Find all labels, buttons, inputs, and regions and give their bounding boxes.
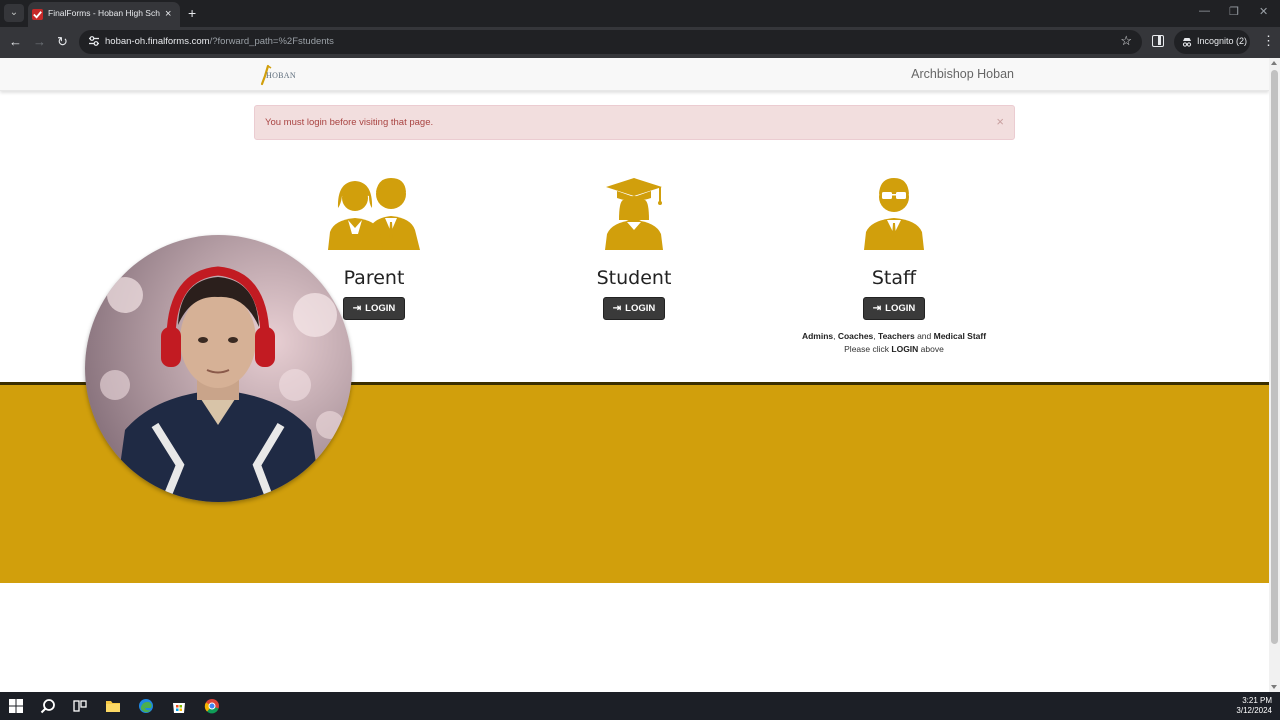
microsoft-store-icon[interactable] [171,698,187,714]
webcam-person-image [100,266,344,502]
webcam-overlay [85,235,352,502]
student-section: Student ⇥ LOGIN [534,176,734,320]
login-icon: ⇥ [872,303,882,314]
staff-note-and: and [914,331,934,341]
student-login-button[interactable]: ⇥ LOGIN [602,297,666,320]
scrollbar-thumb[interactable] [1271,70,1278,644]
staff-title: Staff [871,267,917,289]
staff-note-admins: Admins [801,331,834,341]
site-header: HOBAN Archbishop Hoban [0,58,1269,91]
tab-title: FinalForms - Hoban High School [48,8,160,18]
staff-note-line1: Admins, Coaches, Teachers and Medical St… [794,330,994,343]
staff-note-please: Please click [844,344,892,354]
login-label: LOGIN [625,303,656,314]
organization-name: Archbishop Hoban [911,67,1014,81]
login-icon: ⇥ [612,303,622,314]
staff-note-teachers: Teachers [878,331,915,341]
staff-login-button[interactable]: ⇥ LOGIN [862,297,926,320]
new-tab-button[interactable]: + [188,4,196,22]
tab-close-icon[interactable]: × [165,7,171,21]
url-text: hoban-oh.finalforms.com/?forward_path=%2… [105,36,334,47]
parent-icon [328,178,420,250]
alert-close-icon[interactable]: × [996,115,1004,129]
site-info-icon[interactable] [88,35,100,47]
close-window-icon[interactable]: ✕ [1259,5,1268,18]
search-icon[interactable] [40,698,56,714]
url-host: hoban-oh.finalforms.com [105,36,210,47]
staff-icon [864,178,924,250]
clock-date: 3/12/2024 [1236,706,1272,715]
windows-start-icon[interactable] [8,698,24,714]
system-clock[interactable]: 3:21 PM 3/12/2024 [1236,696,1272,716]
student-title: Student [596,267,672,289]
parent-login-button[interactable]: ⇥ LOGIN [342,297,406,320]
alert-message: You must login before visiting that page… [265,117,434,128]
login-icon: ⇥ [352,303,362,314]
browser-tab-bar: ⌄ FinalForms - Hoban High School × + — ❐… [0,0,1280,27]
minimize-window-icon[interactable]: — [1199,5,1210,17]
login-label: LOGIN [885,303,916,314]
page-viewport: HOBAN Archbishop Hoban You must login be… [0,58,1269,692]
incognito-label: Incognito (2) [1197,36,1248,46]
clock-time: 3:21 PM [1242,696,1272,705]
page-scrollbar[interactable] [1269,58,1280,692]
staff-note-medical: Medical Staff [933,331,987,341]
back-icon[interactable]: ← [9,34,22,50]
login-required-alert: You must login before visiting that page… [254,105,1015,140]
tab-search-button[interactable]: ⌄ [4,4,24,22]
staff-note-above: above [918,344,944,354]
incognito-icon [1182,38,1192,47]
bookmark-star-icon[interactable]: ☆ [1120,33,1132,49]
windows-taskbar: 3:21 PM 3/12/2024 [0,692,1280,720]
scroll-down-icon[interactable] [1271,685,1277,689]
login-label: LOGIN [365,303,396,314]
restore-window-icon[interactable]: ❐ [1229,5,1239,18]
browser-toolbar: ← → ↻ hoban-oh.finalforms.com/?forward_p… [0,27,1280,58]
browser-tab-active[interactable]: FinalForms - Hoban High School × [28,2,180,27]
scroll-up-icon[interactable] [1271,61,1277,65]
file-explorer-icon[interactable] [105,698,121,714]
forward-icon[interactable]: → [33,34,46,50]
url-path: /?forward_path=%2Fstudents [209,36,334,47]
task-view-icon[interactable] [72,698,88,714]
chrome-icon[interactable] [204,698,220,714]
incognito-badge[interactable]: Incognito (2) [1174,30,1250,54]
finalforms-favicon-icon [32,9,43,20]
student-graduate-icon [605,178,663,250]
browser-menu-icon[interactable]: ⋮ [1262,34,1275,48]
edge-icon[interactable] [138,698,154,714]
staff-note: Admins, Coaches, Teachers and Medical St… [794,330,994,356]
staff-note-line2: Please click LOGIN above [794,343,994,356]
staff-note-login: LOGIN [891,344,919,354]
staff-note-coaches: Coaches [837,331,874,341]
reload-icon[interactable]: ↻ [57,34,68,50]
staff-section: Staff ⇥ LOGIN Admins, Coaches, Teachers a… [794,176,994,356]
address-bar[interactable]: hoban-oh.finalforms.com/?forward_path=%2… [79,30,1142,54]
logo-wordmark: HOBAN [266,71,296,80]
side-panel-icon[interactable] [1152,35,1164,47]
